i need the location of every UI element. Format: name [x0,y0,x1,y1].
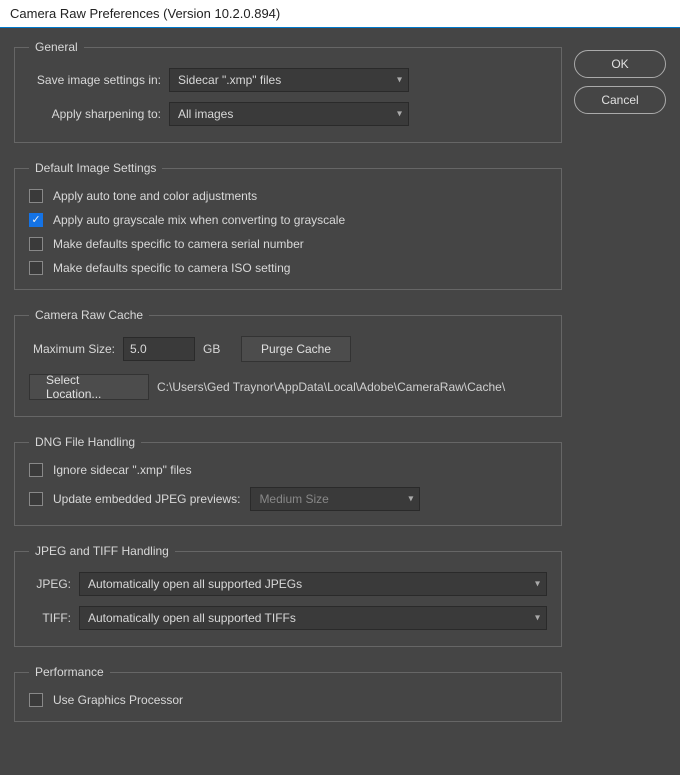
max-size-value: 5.0 [130,342,147,356]
checkbox-ignore-sidecar[interactable] [29,463,43,477]
group-general: General Save image settings in: Sidecar … [14,40,562,143]
chevron-down-icon: ▾ [535,579,540,590]
checkbox-auto-grayscale[interactable]: ✓ [29,213,43,227]
preview-size-value: Medium Size [259,492,328,506]
group-default-image-legend: Default Image Settings [29,161,162,175]
chevron-down-icon: ▾ [397,109,402,120]
chevron-down-icon: ▾ [397,75,402,86]
cancel-button[interactable]: Cancel [574,86,666,114]
preview-size-select[interactable]: Medium Size ▾ [250,487,420,511]
checkbox-iso[interactable] [29,261,43,275]
group-default-image: Default Image Settings Apply auto tone a… [14,161,562,290]
tiff-label: TIFF: [29,611,71,625]
jpeg-select[interactable]: Automatically open all supported JPEGs ▾ [79,572,547,596]
select-location-button[interactable]: Select Location... [29,374,149,400]
sharpening-label: Apply sharpening to: [29,107,161,121]
checkbox-auto-tone[interactable] [29,189,43,203]
cache-path: C:\Users\Ged Traynor\AppData\Local\Adobe… [157,380,505,394]
tiff-value: Automatically open all supported TIFFs [88,611,296,625]
checkbox-update-embedded[interactable] [29,492,43,506]
dialog-body: General Save image settings in: Sidecar … [0,28,680,775]
label-update-embedded: Update embedded JPEG previews: [53,492,240,506]
group-jpeg-tiff-legend: JPEG and TIFF Handling [29,544,175,558]
group-cache: Camera Raw Cache Maximum Size: 5.0 GB Pu… [14,308,562,417]
sharpening-select[interactable]: All images ▾ [169,102,409,126]
window-title: Camera Raw Preferences (Version 10.2.0.8… [10,6,280,21]
group-general-legend: General [29,40,84,54]
max-size-label: Maximum Size: [33,342,115,356]
group-performance: Performance Use Graphics Processor [14,665,562,722]
gb-label: GB [203,342,233,356]
label-auto-grayscale: Apply auto grayscale mix when converting… [53,213,345,227]
tiff-select[interactable]: Automatically open all supported TIFFs ▾ [79,606,547,630]
group-dng-legend: DNG File Handling [29,435,141,449]
save-settings-select[interactable]: Sidecar ".xmp" files ▾ [169,68,409,92]
group-performance-legend: Performance [29,665,110,679]
checkbox-gpu[interactable] [29,693,43,707]
label-ignore-sidecar: Ignore sidecar ".xmp" files [53,463,192,477]
save-settings-value: Sidecar ".xmp" files [178,73,281,87]
checkbox-serial[interactable] [29,237,43,251]
main-column: General Save image settings in: Sidecar … [14,40,562,763]
label-gpu: Use Graphics Processor [53,693,183,707]
jpeg-label: JPEG: [29,577,71,591]
window-titlebar: Camera Raw Preferences (Version 10.2.0.8… [0,0,680,28]
label-serial: Make defaults specific to camera serial … [53,237,304,251]
label-iso: Make defaults specific to camera ISO set… [53,261,290,275]
save-settings-label: Save image settings in: [29,73,161,87]
chevron-down-icon: ▾ [535,613,540,624]
chevron-down-icon: ▾ [408,494,413,505]
group-cache-legend: Camera Raw Cache [29,308,149,322]
sharpening-value: All images [178,107,233,121]
group-jpeg-tiff: JPEG and TIFF Handling JPEG: Automatical… [14,544,562,647]
jpeg-value: Automatically open all supported JPEGs [88,577,302,591]
purge-cache-button[interactable]: Purge Cache [241,336,351,362]
group-dng: DNG File Handling Ignore sidecar ".xmp" … [14,435,562,526]
label-auto-tone: Apply auto tone and color adjustments [53,189,257,203]
max-size-input[interactable]: 5.0 [123,337,195,361]
ok-button[interactable]: OK [574,50,666,78]
side-column: OK Cancel [574,40,666,763]
